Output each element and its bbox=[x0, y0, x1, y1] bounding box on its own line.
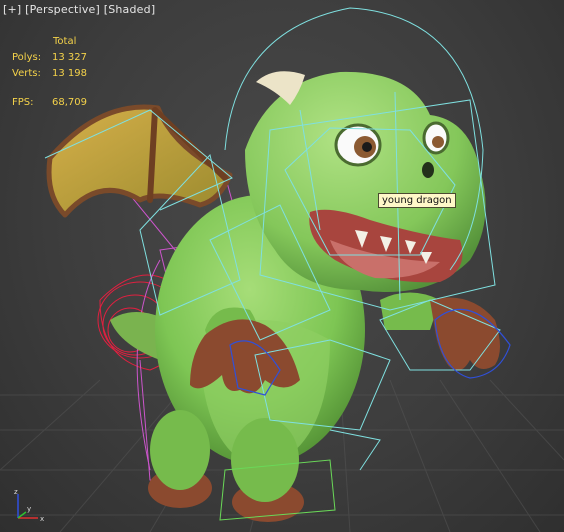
polys-label: Polys: bbox=[12, 52, 42, 63]
viewport-label-menu: [+] [Perspective] [Shaded] bbox=[3, 3, 155, 16]
polys-row: Polys: 13 327 bbox=[12, 50, 87, 66]
right-leg bbox=[231, 418, 299, 502]
perspective-viewport[interactable]: [+] [Perspective] [Shaded] Total Polys: … bbox=[0, 0, 564, 532]
viewport-plus-menu[interactable]: [+] bbox=[3, 3, 21, 16]
statistics-overlay: Total Polys: 13 327 Verts: 13 198 bbox=[12, 34, 87, 82]
fps-row: FPS: 68,709 bbox=[12, 97, 87, 108]
object-name-tooltip: young dragon bbox=[378, 193, 456, 208]
polys-value: 13 327 bbox=[52, 52, 87, 63]
stats-header: Total bbox=[53, 36, 77, 47]
x-axis-label: x bbox=[40, 515, 44, 523]
fps-label: FPS: bbox=[12, 97, 34, 108]
nostril-left bbox=[422, 162, 434, 178]
verts-row: Verts: 13 198 bbox=[12, 66, 87, 82]
viewport-shading-menu[interactable]: [Shaded] bbox=[104, 3, 156, 16]
y-axis-label: y bbox=[27, 505, 31, 513]
right-hand bbox=[430, 297, 500, 371]
verts-value: 13 198 bbox=[52, 68, 87, 79]
left-eye bbox=[334, 123, 382, 167]
fps-value: 68,709 bbox=[52, 97, 87, 108]
right-arm bbox=[380, 292, 440, 330]
viewport-pov-menu[interactable]: [Perspective] bbox=[25, 3, 100, 16]
right-eye bbox=[422, 121, 450, 155]
left-leg bbox=[150, 410, 210, 490]
y-axis-icon bbox=[17, 511, 27, 519]
z-axis-label: z bbox=[14, 488, 18, 496]
wing bbox=[46, 104, 233, 218]
verts-label: Verts: bbox=[12, 68, 41, 79]
axis-gizmo: z x y bbox=[14, 488, 44, 523]
